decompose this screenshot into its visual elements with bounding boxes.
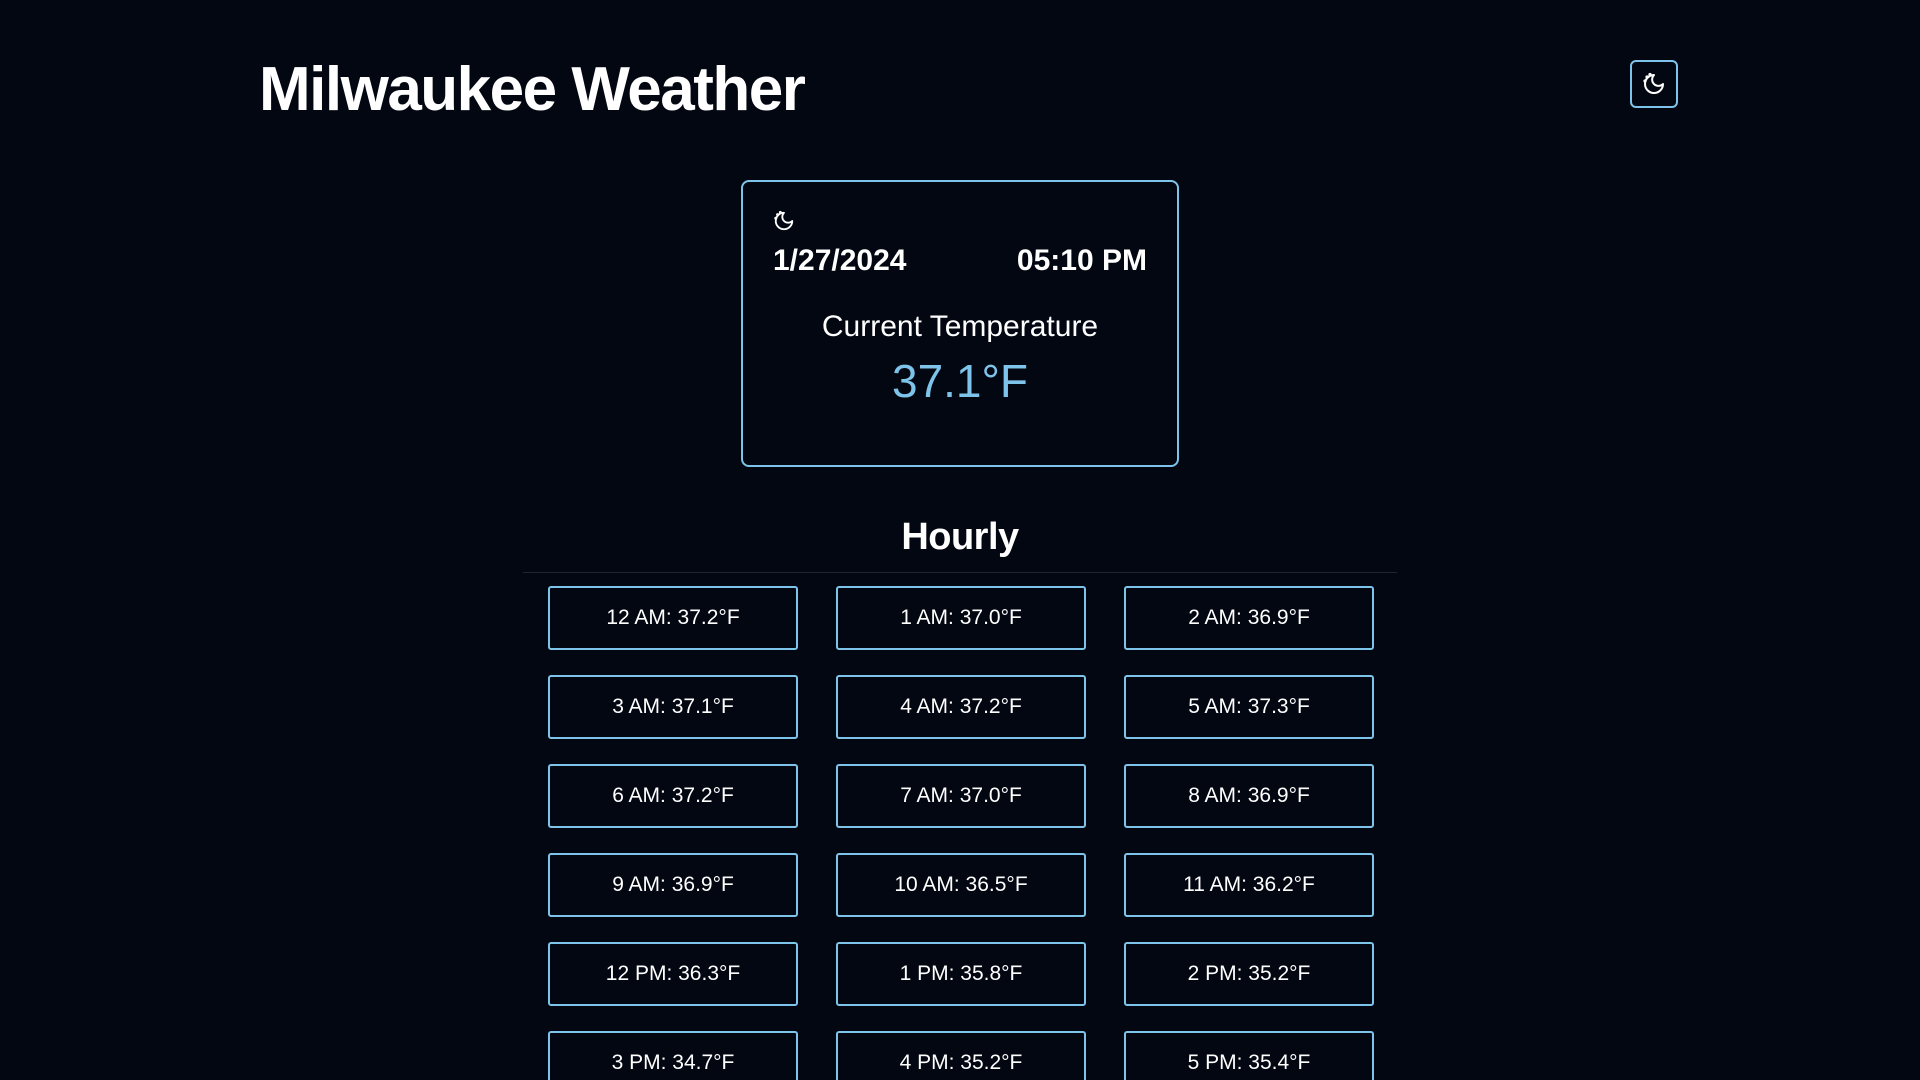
- hourly-item: 2 AM: 36.9°F: [1124, 586, 1374, 650]
- hourly-item: 12 PM: 36.3°F: [548, 942, 798, 1006]
- hourly-item: 6 AM: 37.2°F: [548, 764, 798, 828]
- current-temperature-value: 37.1°F: [891, 355, 1029, 407]
- hourly-item: 5 PM: 35.4°F: [1124, 1031, 1374, 1080]
- hourly-item: 8 AM: 36.9°F: [1124, 764, 1374, 828]
- hourly-item: 2 PM: 35.2°F: [1124, 942, 1374, 1006]
- hourly-section-title: Hourly: [901, 516, 1019, 558]
- weather-page: Milwaukee Weather 1/27/2024 05:10 PM Cur…: [0, 0, 1920, 1080]
- section-divider: [523, 572, 1397, 573]
- hourly-item: 4 PM: 35.2°F: [836, 1031, 1086, 1080]
- hourly-item: 3 PM: 34.7°F: [548, 1031, 798, 1080]
- hourly-item: 5 AM: 37.3°F: [1124, 675, 1374, 739]
- hourly-item: 10 AM: 36.5°F: [836, 853, 1086, 917]
- hourly-item: 1 AM: 37.0°F: [836, 586, 1086, 650]
- hourly-item: 3 AM: 37.1°F: [548, 675, 798, 739]
- moon-icon: [1643, 72, 1664, 94]
- current-time: 05:10 PM: [1016, 244, 1147, 277]
- hourly-item: 1 PM: 35.8°F: [836, 942, 1086, 1006]
- hourly-item: 4 AM: 37.2°F: [836, 675, 1086, 739]
- hourly-item: 12 AM: 37.2°F: [548, 586, 798, 650]
- theme-toggle-button[interactable]: [1630, 60, 1678, 108]
- hourly-grid: 12 AM: 37.2°F 1 AM: 37.0°F 2 AM: 36.9°F …: [548, 586, 1374, 1080]
- page-title: Milwaukee Weather: [259, 55, 806, 124]
- hourly-item: 9 AM: 36.9°F: [548, 853, 798, 917]
- hourly-item: 11 AM: 36.2°F: [1124, 853, 1374, 917]
- current-temperature-label: Current Temperature: [821, 310, 1099, 343]
- current-date: 1/27/2024: [773, 244, 907, 277]
- hourly-item: 7 AM: 37.0°F: [836, 764, 1086, 828]
- current-weather-card: 1/27/2024 05:10 PM Current Temperature 3…: [741, 180, 1179, 467]
- moon-icon: [774, 210, 794, 231]
